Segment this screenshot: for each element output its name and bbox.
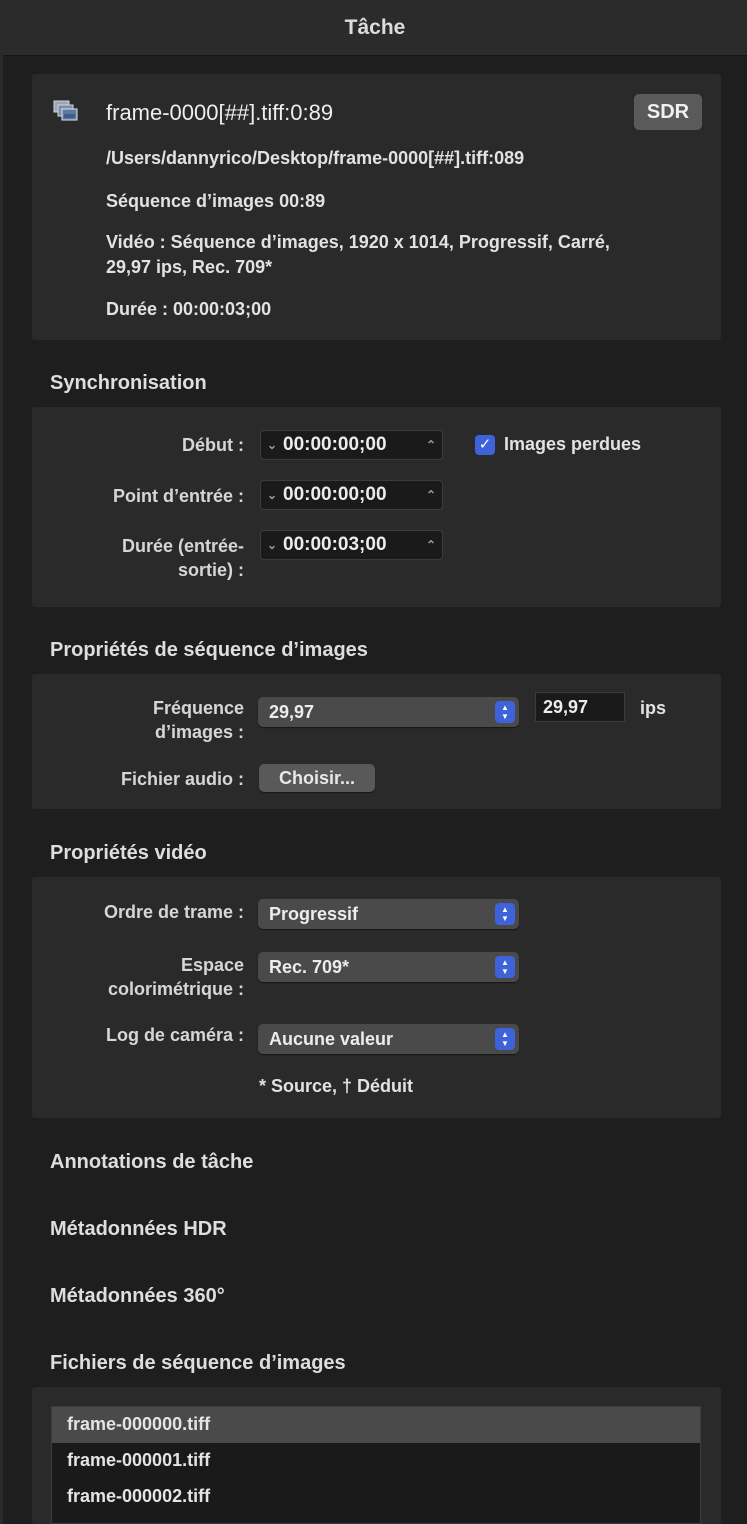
inspector-header: Tâche	[3, 0, 747, 56]
color-space-popup-value: Rec. 709*	[269, 956, 350, 977]
file-list-item[interactable]: frame-000001.tiff	[52, 1443, 700, 1479]
popup-arrows-icon: ▲ ▼	[495, 903, 515, 925]
color-space-popup[interactable]: Rec. 709* ▲ ▼	[258, 952, 519, 982]
source-footnote: * Source, † Déduit	[259, 1076, 414, 1096]
popup-arrows-icon: ▲ ▼	[495, 1028, 515, 1050]
choose-audio-button[interactable]: Choisir...	[259, 764, 375, 792]
window-edge	[0, 0, 3, 1524]
section-title-sync: Synchronisation	[50, 372, 207, 394]
source-video-info-1: Vidéo : Séquence d’images, 1920 x 1014, …	[106, 232, 610, 252]
frame-rate-label-line2: d’images :	[154, 722, 244, 742]
frame-rate-field[interactable]: 29,97	[535, 692, 625, 722]
popup-arrows-icon: ▲ ▼	[495, 701, 515, 723]
camera-log-label: Log de caméra :	[105, 1025, 244, 1045]
field-order-popup[interactable]: Progressif ▲ ▼	[258, 899, 519, 929]
start-timecode-value: 00:00:00;00	[283, 434, 387, 455]
section-title-annotations[interactable]: Annotations de tâche	[50, 1151, 253, 1174]
image-sequence-icon	[53, 100, 79, 122]
in-point-timecode-field[interactable]: ⌄ 00:00:00;00 ⌃	[260, 480, 443, 510]
chevron-down-icon[interactable]: ⌄	[261, 538, 283, 552]
dropped-frames-label: Images perdues	[504, 434, 642, 454]
duration-timecode-value: 00:00:03;00	[283, 534, 387, 555]
camera-log-popup-value: Aucune valeur	[269, 1028, 394, 1049]
start-label: Début :	[182, 435, 244, 455]
color-space-label-line1: Espace	[180, 955, 244, 975]
frame-rate-popup-value: 29,97	[269, 701, 315, 722]
sequence-files-list[interactable]: frame-000000.tiff frame-000001.tiff fram…	[51, 1406, 701, 1524]
duration-timecode-field[interactable]: ⌄ 00:00:03;00 ⌃	[260, 530, 443, 560]
frame-rate-unit: ips	[640, 698, 667, 718]
in-point-timecode-value: 00:00:00;00	[283, 484, 387, 505]
duration-label-line1: Durée (entrée-	[121, 536, 244, 556]
chevron-down-icon[interactable]: ⌄	[261, 438, 283, 452]
file-list-item[interactable]: frame-000003.tiff	[52, 1515, 700, 1523]
field-order-popup-value: Progressif	[269, 903, 359, 924]
inspector-title: Tâche	[344, 15, 406, 39]
chevron-up-icon[interactable]: ⌃	[420, 488, 442, 502]
section-title-360-metadata[interactable]: Métadonnées 360°	[50, 1285, 225, 1308]
section-title-sequence-properties: Propriétés de séquence d’images	[50, 639, 368, 661]
frame-rate-popup[interactable]: 29,97 ▲ ▼	[258, 697, 519, 727]
chevron-up-icon[interactable]: ⌃	[420, 438, 442, 452]
color-space-label: Espace colorimétrique :	[108, 953, 244, 1001]
duration-label: Durée (entrée- sortie) :	[122, 534, 244, 582]
section-title-hdr-metadata[interactable]: Métadonnées HDR	[50, 1218, 227, 1241]
duration-label-line2: sortie) :	[177, 560, 244, 580]
frame-rate-label-line1: Fréquence	[152, 698, 244, 718]
start-timecode-field[interactable]: ⌄ 00:00:00;00 ⌃	[260, 430, 443, 460]
frame-rate-label: Fréquence d’images :	[153, 696, 244, 744]
section-title-sequence-files[interactable]: Fichiers de séquence d’images	[50, 1352, 346, 1375]
source-kind: Séquence d’images 00:89	[106, 191, 326, 211]
dropped-frames-checkbox[interactable]: ✓	[475, 435, 495, 455]
chevron-up-icon[interactable]: ⌃	[420, 538, 442, 552]
popup-arrows-icon: ▲ ▼	[495, 956, 515, 978]
file-list-item[interactable]: frame-000002.tiff	[52, 1479, 700, 1515]
color-space-label-line2: colorimétrique :	[107, 979, 244, 999]
source-filename: frame-0000[##].tiff:0:89	[106, 100, 334, 125]
in-point-label: Point d’entrée :	[112, 486, 244, 506]
section-title-video-properties: Propriétés vidéo	[50, 842, 207, 864]
source-video-info-2: 29,97 ips, Rec. 709*	[106, 257, 273, 277]
sdr-badge: SDR	[634, 94, 702, 130]
chevron-down-icon[interactable]: ⌄	[261, 488, 283, 502]
source-path: /Users/dannyrico/Desktop/frame-0000[##].…	[106, 148, 525, 168]
field-order-label: Ordre de trame :	[103, 902, 244, 922]
audio-file-label: Fichier audio :	[120, 769, 244, 789]
file-list-item[interactable]: frame-000000.tiff	[52, 1407, 700, 1443]
camera-log-popup[interactable]: Aucune valeur ▲ ▼	[258, 1024, 519, 1054]
source-duration: Durée : 00:00:03;00	[106, 299, 272, 319]
